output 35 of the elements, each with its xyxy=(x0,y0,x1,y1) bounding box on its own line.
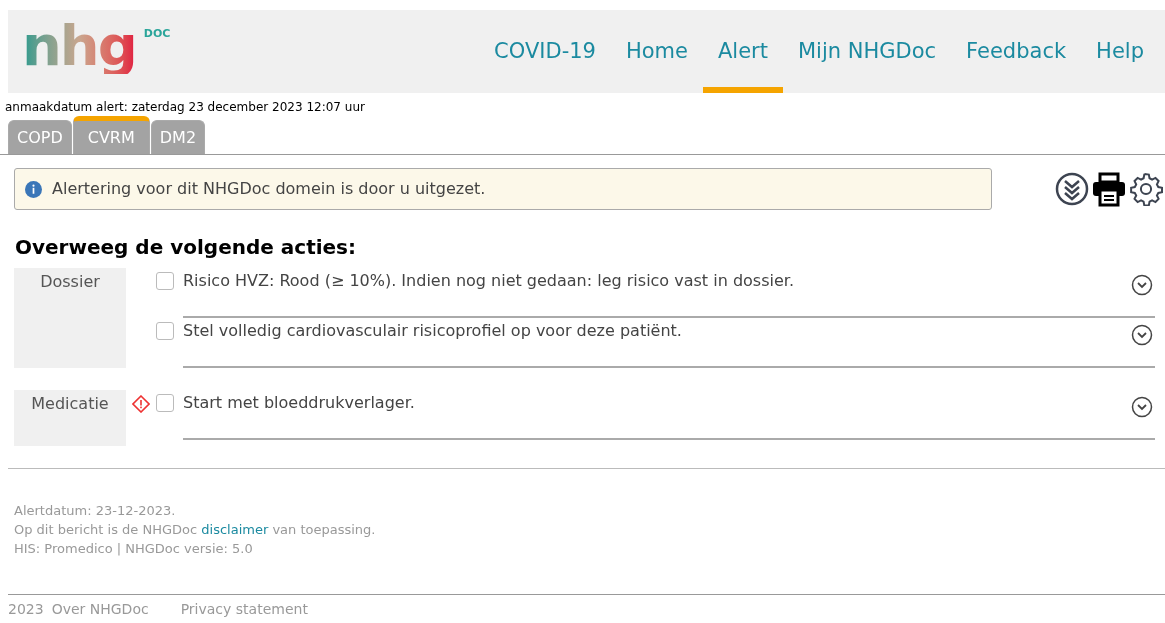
chevron-down-icon[interactable] xyxy=(1131,324,1153,346)
tab[interactable]: DM2 xyxy=(150,120,206,154)
action-text: Stel volledig cardiovasculair risicoprofiel op voor deze patiënt. xyxy=(183,320,682,342)
action-text: Risico HVZ: Rood (≥ 10%). Indien nog niet gedaan: leg risico vast in dossier. xyxy=(183,270,794,292)
print-icon[interactable] xyxy=(1091,171,1127,207)
nav-link[interactable]: Mijn NHGDoc xyxy=(782,10,952,93)
nav-link[interactable]: Feedback xyxy=(951,10,1082,93)
creation-date: anmaakdatum alert: zaterdag 23 december 2023 12:07 uur xyxy=(4,99,366,115)
nav-link[interactable]: Alert xyxy=(702,10,783,93)
expand-all-icon[interactable] xyxy=(1055,172,1089,206)
disclaimer-link[interactable]: disclaimer xyxy=(201,522,269,537)
logo-label: DOC xyxy=(143,26,171,42)
footer-link[interactable]: Privacy statement xyxy=(180,599,308,620)
version-info: HIS: Promedico | NHGDoc versie: 5.0 xyxy=(14,540,254,558)
nav-link[interactable]: Home xyxy=(610,10,703,93)
disclaimer-text: Op dit bericht is de NHGDoc disclaimer van toepassing. xyxy=(14,521,377,539)
nav-link[interactable]: Help xyxy=(1081,10,1159,93)
settings-icon[interactable] xyxy=(1129,172,1163,206)
action-text: Start met bloeddrukverlager. xyxy=(183,392,415,414)
notice-text: Alertering voor dit NHGDoc domein is door u uitgezet. xyxy=(52,178,486,200)
chevron-down-icon[interactable] xyxy=(1131,274,1153,296)
chevron-down-icon[interactable] xyxy=(1131,396,1153,418)
tab[interactable]: COPD xyxy=(8,120,72,154)
nav-link[interactable]: COVID-19 xyxy=(479,10,611,93)
tab[interactable]: CVRM xyxy=(72,116,150,154)
category-label: Dossier xyxy=(14,268,126,368)
checkbox[interactable] xyxy=(156,394,174,412)
footer-link[interactable]: Over NHGDoc xyxy=(51,599,149,620)
section-heading: Overweeg de volgende acties: xyxy=(14,234,358,261)
checkbox[interactable] xyxy=(156,322,174,340)
checkbox[interactable] xyxy=(156,272,174,290)
category-label: Medicatie xyxy=(14,390,126,446)
info-icon xyxy=(25,180,42,198)
copyright-year: 2023 xyxy=(8,600,44,619)
alert-date: Alertdatum: 23-12-2023. xyxy=(14,502,177,520)
